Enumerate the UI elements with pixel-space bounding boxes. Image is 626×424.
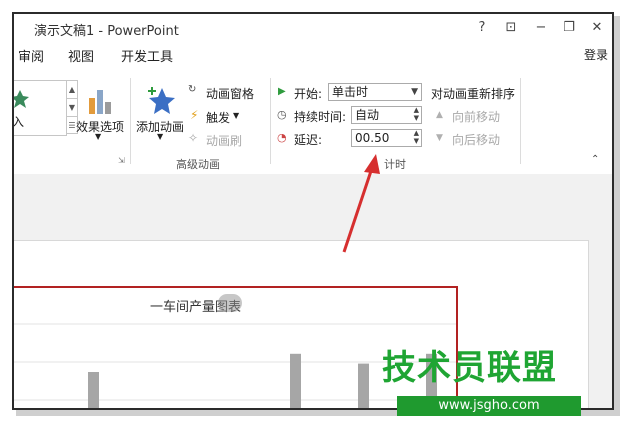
chevron-down-icon: ▼ bbox=[411, 87, 418, 97]
gallery-item-label: 入 bbox=[12, 115, 25, 129]
delay-clock-icon: ◔ bbox=[277, 131, 287, 144]
add-animation-button[interactable]: 添加动画 ▼ bbox=[132, 78, 190, 148]
tab-developer[interactable]: 开发工具 bbox=[121, 46, 173, 65]
trigger-button[interactable]: 触发 bbox=[206, 109, 230, 126]
watermark-url: www.jsgho.com bbox=[397, 396, 581, 416]
red-arrow-annotation bbox=[342, 154, 380, 253]
tab-view[interactable]: 视图 bbox=[68, 46, 94, 65]
arrow-up-icon: ▲ bbox=[436, 110, 443, 120]
delay-value: 00.50 bbox=[355, 131, 390, 145]
tab-review[interactable]: 审阅 bbox=[18, 46, 44, 65]
start-label: 开始: bbox=[294, 87, 323, 101]
minimize-button[interactable]: − bbox=[530, 18, 552, 38]
ribbon-separator bbox=[130, 78, 131, 164]
reorder-title: 对动画重新排序 bbox=[431, 87, 516, 101]
window-shadow bbox=[614, 16, 620, 414]
chevron-down-icon: ▼ bbox=[233, 111, 240, 120]
star-icon bbox=[14, 90, 29, 108]
effect-options-icon bbox=[89, 90, 111, 114]
chart-bar bbox=[88, 372, 99, 408]
animation-gallery[interactable]: 入 bbox=[14, 80, 67, 136]
arrow-down-icon: ▼ bbox=[436, 133, 443, 143]
ribbon-display-options-button[interactable]: ⊡ bbox=[500, 18, 522, 38]
add-animation-icon bbox=[148, 87, 175, 114]
move-earlier-button[interactable]: 向前移动 bbox=[452, 108, 500, 125]
window-title: 演示文稿1 - PowerPoint bbox=[34, 24, 179, 39]
animation-pane-icon: ↻ bbox=[188, 84, 197, 95]
trigger-icon: ⚡ bbox=[190, 108, 199, 122]
duration-spinner[interactable]: 自动 ▲ ▼ bbox=[351, 106, 422, 124]
spinner-arrows-icon[interactable]: ▲ ▼ bbox=[414, 129, 419, 145]
chevron-down-icon: ▼ bbox=[95, 132, 102, 141]
move-later-button[interactable]: 向后移动 bbox=[452, 131, 500, 148]
duration-value: 自动 bbox=[355, 108, 380, 122]
title-bar: 演示文稿1 - PowerPoint ? ⊡ − ❐ ✕ bbox=[14, 14, 612, 42]
chart-bar bbox=[290, 353, 301, 408]
effect-options-button[interactable]: 效果选项 ▼ bbox=[74, 78, 126, 148]
animation-pane-button[interactable]: 动画窗格 bbox=[206, 85, 254, 102]
animation-painter-icon: ✧ bbox=[188, 131, 199, 145]
group-label-advanced-animation: 高级动画 bbox=[176, 158, 220, 171]
chart-bar bbox=[358, 363, 369, 408]
start-value: 单击时 bbox=[332, 85, 369, 99]
play-icon: ▶ bbox=[278, 86, 286, 97]
spinner-arrows-icon[interactable]: ▲ ▼ bbox=[414, 106, 419, 122]
collapse-ribbon-icon[interactable]: ⌃ bbox=[591, 154, 599, 165]
help-button[interactable]: ? bbox=[471, 18, 493, 38]
ribbon-tabs: 审阅 视图 开发工具 登录 bbox=[14, 42, 612, 68]
chevron-down-icon: ▼ bbox=[157, 132, 164, 141]
sign-in-link[interactable]: 登录 bbox=[584, 46, 608, 63]
clock-icon: ◷ bbox=[277, 108, 287, 121]
ribbon-separator bbox=[270, 78, 271, 164]
delay-spinner[interactable]: 00.50 ▲ ▼ bbox=[351, 129, 422, 147]
arrow-shaft bbox=[342, 167, 374, 253]
arrow-head bbox=[364, 154, 380, 174]
duration-label: 持续时间: bbox=[294, 110, 347, 124]
delay-label: 延迟: bbox=[294, 133, 323, 147]
ribbon-animations: 入 ▲ ▼ ☰ 效果选项 ▼ 添加动画 ▼ ↻ 动画窗格 ⚡ 触发 ▼ ✧ 动画… bbox=[14, 68, 612, 175]
start-select[interactable]: 单击时 ▼ bbox=[328, 83, 422, 101]
watermark-brand: 技术员联盟 bbox=[382, 348, 557, 388]
animation-painter-button[interactable]: 动画刷 bbox=[206, 132, 242, 149]
close-button[interactable]: ✕ bbox=[586, 18, 608, 38]
restore-button[interactable]: ❐ bbox=[558, 18, 580, 38]
ribbon-separator bbox=[520, 78, 521, 164]
dialog-launcher-icon[interactable]: ⇲ bbox=[118, 156, 125, 165]
